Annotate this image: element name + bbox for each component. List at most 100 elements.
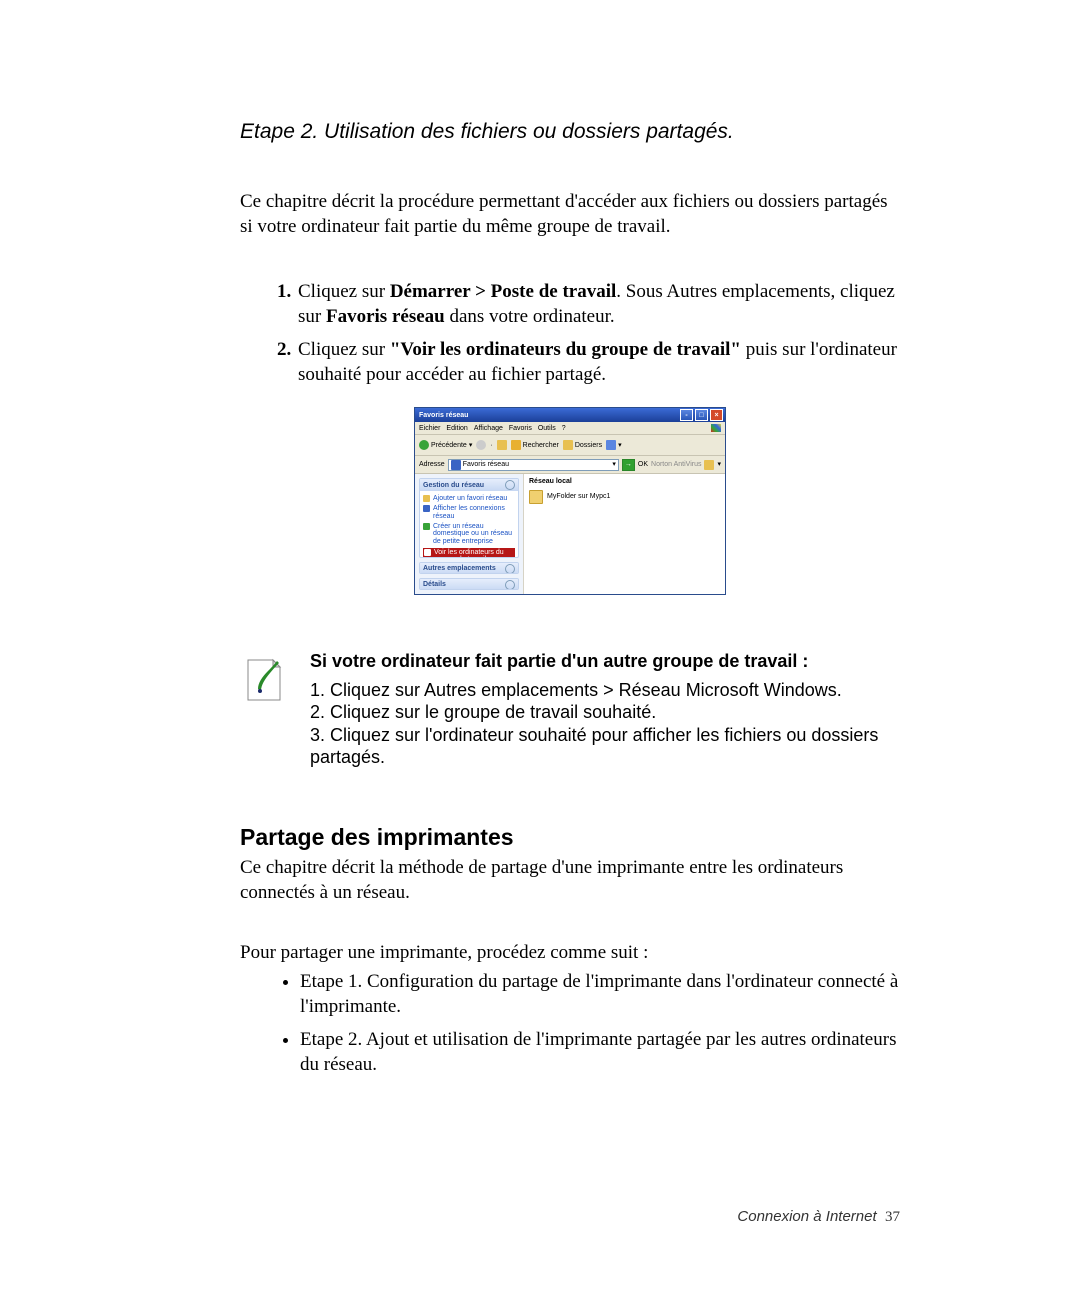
- view-button[interactable]: ▾: [606, 440, 622, 450]
- note-line: 3. Cliquez sur l'ordinateur souhaité pou…: [310, 724, 900, 769]
- instruction-list: Cliquez sur Démarrer > Poste de travail.…: [240, 279, 900, 387]
- sidebar-item-add-favorite[interactable]: Ajouter un favori réseau: [423, 495, 515, 503]
- panel-title: Détails: [423, 581, 446, 589]
- menu-help[interactable]: ?: [562, 425, 566, 433]
- chevron-down-icon[interactable]: ▾: [612, 461, 616, 469]
- collapse-icon[interactable]: [505, 480, 515, 490]
- menu-favorites[interactable]: Favoris: [509, 425, 532, 433]
- panel-header[interactable]: Détails: [420, 579, 518, 590]
- search-icon: [511, 440, 521, 450]
- antivirus-icon: [704, 460, 714, 470]
- panel-title: Gestion du réseau: [423, 482, 484, 490]
- search-button[interactable]: Rechercher: [511, 440, 559, 450]
- menu-tools[interactable]: Outils: [538, 425, 556, 433]
- text: dans votre ordinateur.: [445, 306, 615, 327]
- step-title: Etape 2. Utilisation des fichiers ou dos…: [240, 120, 900, 144]
- explorer-window: Favoris réseau - □ × Eichier Edition Aff…: [414, 407, 726, 595]
- note-block: Si votre ordinateur fait partie d'un aut…: [240, 650, 900, 769]
- instruction-item-2: Cliquez sur "Voir les ordinateurs du gro…: [296, 337, 900, 387]
- main-pane: Réseau local MyFolder sur Mypc1: [524, 474, 725, 594]
- note-heading: Si votre ordinateur fait partie d'un aut…: [310, 650, 900, 673]
- page-footer: Connexion à Internet 37: [240, 1208, 900, 1226]
- intro-paragraph: Ce chapitre décrit la procédure permetta…: [240, 189, 900, 239]
- text-bold: Favoris réseau: [326, 306, 445, 327]
- section2-intro: Ce chapitre décrit la méthode de partage…: [240, 855, 900, 905]
- menu-file[interactable]: Eichier: [419, 425, 440, 433]
- folder-label: MyFolder sur Mypc1: [547, 493, 610, 501]
- list-item: Etape 2. Ajout et utilisation de l'impri…: [300, 1027, 900, 1077]
- expand-icon[interactable]: [505, 580, 515, 590]
- ok-label: OK: [638, 461, 648, 469]
- window-title: Favoris réseau: [417, 412, 678, 420]
- list-item: Etape 1. Configuration du partage de l'i…: [300, 969, 900, 1019]
- chevron-down-icon: ▾: [717, 461, 721, 469]
- text: Cliquez sur: [298, 281, 390, 302]
- title-bar: Favoris réseau - □ ×: [415, 408, 725, 422]
- footer-label: Connexion à Internet: [737, 1208, 876, 1225]
- figure: Favoris réseau - □ × Eichier Edition Aff…: [240, 407, 900, 595]
- label: Afficher les connexions réseau: [433, 505, 515, 520]
- section2-sub: Pour partager une imprimante, procédez c…: [240, 940, 900, 965]
- label: Rechercher: [523, 442, 559, 450]
- folder-up-icon: [497, 440, 507, 450]
- connections-icon: [423, 505, 430, 512]
- side-pane: Gestion du réseau Ajouter un favori rése…: [415, 474, 524, 594]
- close-button[interactable]: ×: [710, 409, 723, 421]
- panel-header[interactable]: Gestion du réseau: [420, 479, 518, 491]
- task-panel-other: Autres emplacements: [419, 562, 519, 574]
- menu-view[interactable]: Affichage: [474, 425, 503, 433]
- text: Cliquez sur: [298, 339, 390, 360]
- shared-folder-item[interactable]: MyFolder sur Mypc1: [529, 490, 720, 504]
- section-heading: Partage des imprimantes: [240, 824, 900, 851]
- label: Précédente: [431, 442, 467, 450]
- address-value: Favoris réseau: [463, 461, 509, 469]
- sidebar-item-view-connections[interactable]: Afficher les connexions réseau: [423, 505, 515, 520]
- label: Dossiers: [575, 442, 602, 450]
- folder-icon: [529, 490, 543, 504]
- menu-bar: Eichier Edition Affichage Favoris Outils…: [415, 422, 725, 435]
- maximize-button[interactable]: □: [695, 409, 708, 421]
- network-icon: [451, 460, 461, 470]
- text-bold: Démarrer > Poste de travail: [390, 281, 616, 302]
- favorite-icon: [423, 495, 430, 502]
- folders-icon: [563, 440, 573, 450]
- menu-edit[interactable]: Edition: [446, 425, 467, 433]
- folders-button[interactable]: Dossiers: [563, 440, 602, 450]
- task-panel-network: Gestion du réseau Ajouter un favori rése…: [419, 478, 519, 557]
- note-icon: [240, 654, 288, 706]
- note-line: 2. Cliquez sur le groupe de travail souh…: [310, 701, 900, 724]
- chevron-down-icon: ▾: [469, 442, 473, 450]
- arrow-right-icon: [476, 440, 486, 450]
- chevron-down-icon: ▾: [618, 442, 622, 450]
- panel-header[interactable]: Autres emplacements: [420, 563, 518, 574]
- label: Voir les ordinateurs du groupe de travai…: [434, 549, 514, 558]
- panel-title: Autres emplacements: [423, 565, 496, 573]
- label: Ajouter un favori réseau: [433, 495, 507, 503]
- grid-icon: [606, 440, 616, 450]
- divider: ·: [490, 442, 492, 450]
- sidebar-item-view-workgroup[interactable]: Voir les ordinateurs du groupe de travai…: [423, 548, 515, 558]
- arrow-left-icon: [419, 440, 429, 450]
- up-button[interactable]: [497, 440, 507, 450]
- windows-flag-icon: [711, 424, 721, 432]
- workgroup-icon: [424, 549, 431, 556]
- address-bar: Adresse Favoris réseau ▾ → OK Norton Ant…: [415, 456, 725, 474]
- address-input[interactable]: Favoris réseau ▾: [448, 459, 619, 471]
- printer-steps-list: Etape 1. Configuration du partage de l'i…: [240, 969, 900, 1077]
- home-network-icon: [423, 523, 430, 530]
- antivirus-label: Norton AntiVirus: [651, 461, 701, 469]
- text-bold: "Voir les ordinateurs du groupe de trava…: [390, 339, 741, 360]
- task-panel-details: Détails: [419, 578, 519, 590]
- go-button[interactable]: →: [622, 459, 635, 471]
- expand-icon[interactable]: [505, 564, 515, 574]
- page-number: 37: [885, 1209, 900, 1225]
- toolbar: Précédente ▾ · Rechercher Dossiers: [415, 435, 725, 456]
- instruction-item-1: Cliquez sur Démarrer > Poste de travail.…: [296, 279, 900, 329]
- address-label: Adresse: [419, 461, 445, 469]
- forward-button[interactable]: [476, 440, 486, 450]
- minimize-button[interactable]: -: [680, 409, 693, 421]
- back-button[interactable]: Précédente ▾: [419, 440, 472, 450]
- sidebar-item-setup-network[interactable]: Créer un réseau domestique ou un réseau …: [423, 523, 515, 546]
- label: Créer un réseau domestique ou un réseau …: [433, 523, 515, 546]
- group-label: Réseau local: [529, 478, 720, 486]
